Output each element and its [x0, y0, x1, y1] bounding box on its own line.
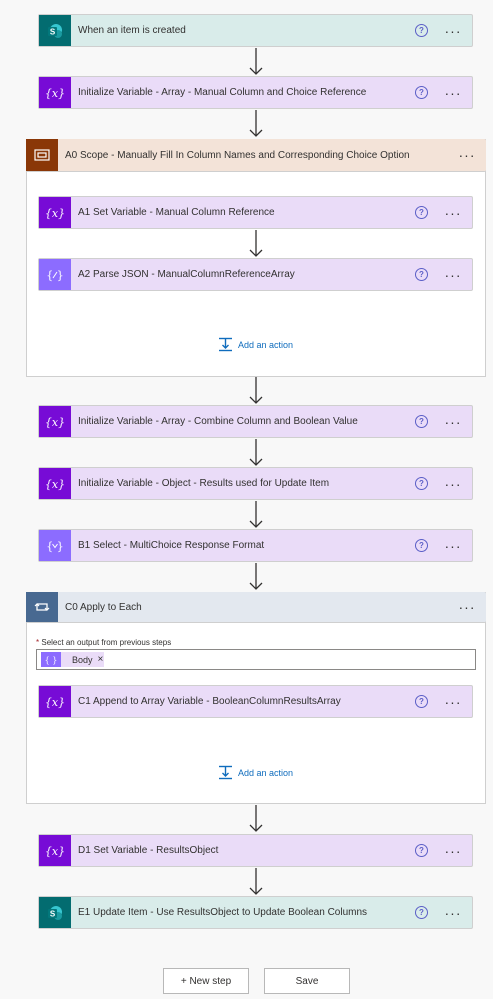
svg-text:{x}: {x}: [45, 207, 65, 220]
step-title: D1 Set Variable - ResultsObject: [78, 845, 219, 856]
variable-icon: {x}: [39, 197, 71, 228]
more-options-icon[interactable]: ···: [442, 24, 464, 38]
help-icon[interactable]: ?: [415, 906, 428, 919]
scope-a0-header[interactable]: A0 Scope - Manually Fill In Column Names…: [26, 139, 486, 172]
more-options-icon[interactable]: ···: [456, 600, 478, 614]
help-icon[interactable]: ?: [415, 24, 428, 37]
step-title: A2 Parse JSON - ManualColumnReferenceArr…: [78, 269, 295, 280]
token-label: Body: [72, 654, 93, 665]
apply-c0-header[interactable]: C0 Apply to Each ···: [26, 592, 486, 623]
help-icon[interactable]: ?: [415, 844, 428, 857]
svg-text:{ }: { }: [45, 656, 57, 665]
step-e1-update-item[interactable]: S E1 Update Item - Use ResultsObject to …: [38, 896, 473, 929]
token-icon: { }: [41, 652, 61, 667]
connector-arrow: [249, 868, 263, 895]
body-token[interactable]: { } Body ×: [41, 652, 104, 667]
add-action-link[interactable]: Add an action: [218, 337, 293, 352]
select-icon: { }: [39, 530, 71, 561]
variable-icon: {x}: [39, 77, 71, 108]
connector-arrow: [249, 48, 263, 75]
svg-text:{x}: {x}: [45, 87, 65, 100]
add-action-icon: [219, 337, 232, 352]
help-icon[interactable]: ?: [415, 415, 428, 428]
step-a2-parse-json[interactable]: { } A2 Parse JSON - ManualColumnReferenc…: [38, 258, 473, 291]
step-title: B1 Select - MultiChoice Response Format: [78, 540, 265, 551]
step-title: Initialize Variable - Array - Manual Col…: [78, 87, 367, 98]
more-options-icon[interactable]: ···: [442, 906, 464, 920]
step-title: Initialize Variable - Object - Results u…: [78, 478, 330, 489]
help-icon[interactable]: ?: [415, 86, 428, 99]
step-c1-append-array[interactable]: {x} C1 Append to Array Variable - Boolea…: [38, 685, 473, 718]
output-label-text: Select an output from previous steps: [41, 638, 172, 647]
step-title: Initialize Variable - Array - Combine Co…: [78, 416, 358, 427]
step-init-variable-combine[interactable]: {x} Initialize Variable - Array - Combin…: [38, 405, 473, 438]
sharepoint-icon: S: [39, 15, 71, 46]
add-action-label: Add an action: [238, 767, 294, 778]
variable-icon: {x}: [39, 686, 71, 717]
loop-icon: [26, 592, 58, 622]
help-icon[interactable]: ?: [415, 539, 428, 552]
more-options-icon[interactable]: ···: [442, 86, 464, 100]
required-marker: *: [36, 638, 40, 647]
variable-icon: {x}: [39, 468, 71, 499]
token-remove-icon[interactable]: ×: [98, 654, 104, 665]
more-options-icon[interactable]: ···: [442, 695, 464, 709]
step-a1-set-variable[interactable]: {x} A1 Set Variable - Manual Column Refe…: [38, 196, 473, 229]
help-icon[interactable]: ?: [415, 268, 428, 281]
step-b1-select[interactable]: { } B1 Select - MultiChoice Response For…: [38, 529, 473, 562]
variable-icon: {x}: [39, 835, 71, 866]
connector-arrow: [249, 439, 263, 466]
connector-arrow: [249, 377, 263, 404]
step-d1-set-variable[interactable]: {x} D1 Set Variable - ResultsObject ? ··…: [38, 834, 473, 867]
add-action-link[interactable]: Add an action: [218, 765, 293, 780]
more-options-icon[interactable]: ···: [456, 148, 478, 162]
help-icon[interactable]: ?: [415, 695, 428, 708]
connector-arrow: [249, 230, 263, 257]
add-action-icon: [219, 765, 232, 780]
step-when-item-created[interactable]: S When an item is created ? ···: [38, 14, 473, 47]
svg-text:S: S: [50, 27, 56, 36]
step-title: When an item is created: [78, 25, 186, 36]
add-action-label: Add an action: [238, 339, 294, 350]
new-step-button[interactable]: + New step: [163, 968, 249, 994]
step-title: E1 Update Item - Use ResultsObject to Up…: [78, 907, 368, 918]
more-options-icon[interactable]: ···: [442, 539, 464, 553]
svg-text:{x}: {x}: [45, 416, 65, 429]
connector-arrow: [249, 805, 263, 832]
step-title: A0 Scope - Manually Fill In Column Names…: [65, 149, 410, 161]
svg-text:{x}: {x}: [45, 478, 65, 491]
step-init-variable-array[interactable]: {x} Initialize Variable - Array - Manual…: [38, 76, 473, 109]
output-input[interactable]: { } Body ×: [36, 649, 476, 670]
step-title: C0 Apply to Each: [65, 601, 142, 613]
svg-text:S: S: [50, 909, 56, 918]
connector-arrow: [249, 501, 263, 528]
connector-arrow: [249, 110, 263, 137]
parse-json-icon: { }: [39, 259, 71, 290]
svg-text:{x}: {x}: [45, 845, 65, 858]
sharepoint-icon: S: [39, 897, 71, 928]
variable-icon: {x}: [39, 406, 71, 437]
help-icon[interactable]: ?: [415, 477, 428, 490]
connector-arrow: [249, 563, 263, 590]
scope-icon: [26, 139, 58, 171]
help-icon[interactable]: ?: [415, 206, 428, 219]
more-options-icon[interactable]: ···: [442, 415, 464, 429]
step-title: A1 Set Variable - Manual Column Referenc…: [78, 207, 275, 218]
more-options-icon[interactable]: ···: [442, 268, 464, 282]
more-options-icon[interactable]: ···: [442, 206, 464, 220]
step-title: C1 Append to Array Variable - BooleanCol…: [78, 696, 341, 707]
svg-text:{x}: {x}: [45, 696, 65, 709]
step-init-variable-object[interactable]: {x} Initialize Variable - Object - Resul…: [38, 467, 473, 500]
output-field-label: * Select an output from previous steps: [36, 638, 171, 647]
more-options-icon[interactable]: ···: [442, 477, 464, 491]
more-options-icon[interactable]: ···: [442, 844, 464, 858]
save-button[interactable]: Save: [264, 968, 350, 994]
svg-text:{ }: { }: [46, 540, 64, 553]
